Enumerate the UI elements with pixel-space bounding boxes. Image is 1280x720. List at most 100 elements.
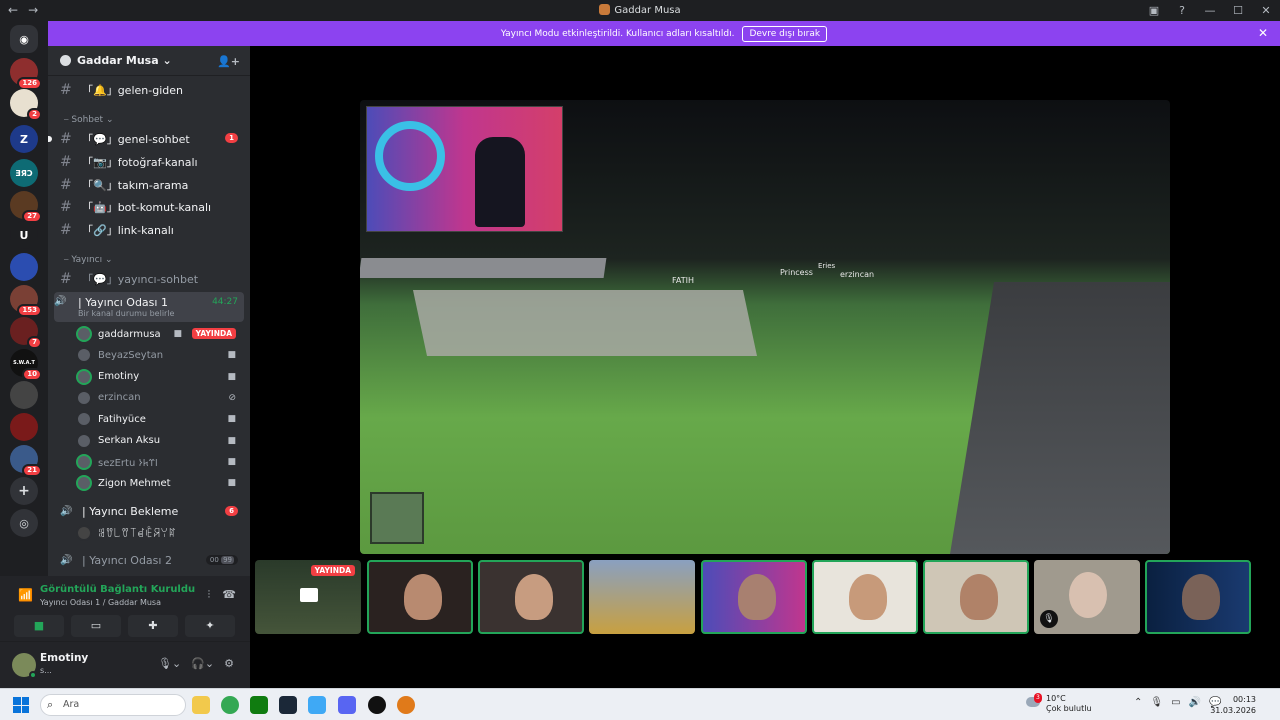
video-tile[interactable]	[812, 560, 918, 634]
discord-home-icon[interactable]: ◉	[10, 25, 38, 53]
channel-gelen-giden[interactable]: # 「🔔」gelen-giden	[48, 79, 250, 100]
help-icon[interactable]: ?	[1168, 0, 1196, 21]
video-tile[interactable]	[1145, 560, 1251, 634]
file-explorer-icon[interactable]	[192, 696, 210, 714]
channel-link[interactable]: # 「🔗」link-kanalı	[48, 219, 250, 240]
channel-bot-komut[interactable]: # 「🤖」bot-komut-kanalı	[48, 196, 250, 217]
user-name: Serkan Aksu	[98, 435, 161, 446]
voice-channel-oda2[interactable]: 🔊 | Yayıncı Odası 2 00 99	[48, 550, 250, 571]
server-icon[interactable]: 126	[10, 58, 42, 90]
steam-icon[interactable]	[279, 696, 297, 714]
server-icon[interactable]: 2	[10, 89, 42, 121]
server-icon[interactable]: Z	[10, 125, 38, 153]
server-icon[interactable]: U	[10, 221, 38, 249]
voice-user[interactable]: Zigon Mehmet ■	[76, 473, 242, 493]
app-icon[interactable]	[308, 696, 326, 714]
disable-streamer-mode-button[interactable]: Devre dışı bırak	[742, 25, 828, 42]
windows-taskbar: ⌕ Ara 3 10°C Çok bulutlu ⌃ 🎙 ▭ 🔊 💬 00:13 31.…	[0, 688, 1280, 720]
video-tile[interactable]	[478, 560, 584, 634]
channel-genel-sohbet[interactable]: # 「💬」genel-sohbet 1	[48, 128, 250, 149]
headphones-icon[interactable]: 🎧⌄	[191, 657, 214, 670]
avatar	[76, 525, 92, 541]
voice-user[interactable]: BeyazSeytan ■	[76, 345, 242, 365]
channel-yayinci-sohbet[interactable]: # 「💬」yayıncı-sohbet	[48, 268, 250, 289]
settings-gear-icon[interactable]: ⚙	[224, 657, 234, 670]
hash-icon: #	[60, 221, 72, 238]
windows-start-icon[interactable]	[13, 697, 29, 713]
volume-icon[interactable]: 🔊	[1189, 697, 1201, 708]
voice-user[interactable]: Serkan Aksu ■	[76, 431, 242, 451]
voice-user[interactable]: erzincan ⊘	[76, 388, 242, 408]
add-server-icon[interactable]: +	[10, 477, 38, 505]
video-tile[interactable]	[701, 560, 807, 634]
user-name: Fatihyüce	[98, 413, 146, 425]
voice-channel-bekleme[interactable]: 🔊 | Yayıncı Bekleme 6	[48, 501, 250, 522]
voice-user[interactable]: Emotiny ■	[76, 367, 242, 387]
close-button[interactable]: ✕	[1252, 0, 1280, 21]
microphone-icon[interactable]: 🎙⌄	[158, 657, 181, 670]
server-icon[interactable]: ƎЯƆ	[10, 159, 38, 187]
xbox-icon[interactable]	[250, 696, 268, 714]
signal-icon[interactable]: 📶	[18, 588, 33, 602]
voice-user[interactable]: Fatihyüce ■	[76, 409, 242, 429]
microphone-icon[interactable]: 🎙	[1150, 697, 1163, 708]
video-tile[interactable]	[589, 560, 695, 634]
category-yayinci[interactable]: ⎯ Yayıncı ⌄	[64, 255, 113, 265]
unread-badge: 2	[27, 108, 42, 121]
user-name[interactable]: Emotiny	[40, 652, 88, 664]
banner-text: Yayıncı Modu etkinleştirildi. Kullanıcı …	[500, 28, 735, 39]
avatar	[76, 453, 92, 470]
search-box[interactable]: ⌕ Ara	[40, 694, 186, 716]
chevron-up-icon[interactable]: ⌃	[1134, 697, 1142, 708]
voice-user[interactable]: ꌃꀎ꒒ꀎ꓄ꀸꍟꋪꌩꍏ	[76, 523, 242, 543]
stream-barn	[360, 258, 607, 278]
user-status: s...	[40, 666, 52, 675]
app-icon[interactable]	[397, 696, 415, 714]
camera-button[interactable]: ■	[14, 615, 64, 637]
player-tag: Eries	[818, 262, 836, 270]
hash-icon: #	[60, 130, 72, 147]
channel-takim-arama[interactable]: # 「🔍」takım-arama	[48, 174, 250, 195]
category-sohbet[interactable]: ⎯ Sohbet ⌄	[64, 115, 113, 125]
channel-status[interactable]: Bir kanal durumu belirle	[78, 309, 174, 318]
server-icon[interactable]	[10, 253, 38, 281]
discord-icon[interactable]	[338, 696, 356, 714]
chrome-icon[interactable]	[221, 696, 239, 714]
voice-user[interactable]: sezErtu 𐰾𐰼𐱅𐰆 ■	[76, 452, 242, 472]
focused-stream[interactable]: FATIH Princess Eries erzincan	[360, 100, 1170, 554]
live-badge[interactable]: YAYINDA	[191, 328, 236, 339]
channel-label: 「💬」genel-sohbet	[82, 132, 190, 146]
voice-user[interactable]: gaddarmusa ■ YAYINDA	[76, 324, 242, 344]
server-icon[interactable]: 27	[10, 191, 42, 223]
weather-widget[interactable]: 3 10°C Çok bulutlu	[1026, 693, 1092, 714]
server-icon[interactable]: 153	[10, 285, 42, 317]
server-icon[interactable]: 21	[10, 445, 42, 477]
connection-channel[interactable]: Yayıncı Odası 1 / Gaddar Musa	[40, 598, 161, 607]
voice-channel-oda1[interactable]: 🔊 | Yayıncı Odası 1 44:27 Bir kanal duru…	[54, 292, 244, 322]
server-icon[interactable]	[10, 381, 38, 409]
guild-header[interactable]: Gaddar Musa ⌄ 👤+	[48, 46, 250, 76]
noise-suppression-icon[interactable]: ⫶	[208, 588, 211, 602]
unread-badge: 21	[22, 464, 42, 477]
close-banner-icon[interactable]: ✕	[1258, 26, 1268, 40]
server-icon[interactable]: 7	[10, 317, 42, 349]
server-icon[interactable]	[10, 413, 38, 441]
discover-icon[interactable]: ◎	[10, 509, 38, 537]
video-tile[interactable]: 🎙	[1034, 560, 1140, 634]
server-icon[interactable]: S.W.A.T 10	[10, 349, 42, 381]
app-icon[interactable]	[368, 696, 386, 714]
activities-button[interactable]: ✚	[128, 615, 178, 637]
video-tile[interactable]	[923, 560, 1029, 634]
minimize-button[interactable]: —	[1196, 0, 1224, 21]
network-icon[interactable]: ▭	[1171, 697, 1180, 708]
maximize-button[interactable]: ☐	[1224, 0, 1252, 21]
clock[interactable]: 00:13 31.03.2026	[1210, 694, 1256, 716]
video-tile[interactable]	[367, 560, 473, 634]
soundboard-button[interactable]: ✦	[185, 615, 235, 637]
inbox-icon[interactable]: ▣	[1140, 0, 1168, 21]
channel-fotograf[interactable]: # 「📷」fotoğraf-kanalı	[48, 151, 250, 172]
stream-tile[interactable]: YAYINDA	[255, 560, 361, 634]
screen-share-button[interactable]: ▭	[71, 615, 121, 637]
invite-user-icon[interactable]: 👤+	[217, 55, 240, 68]
disconnect-icon[interactable]: ☎	[222, 588, 236, 602]
